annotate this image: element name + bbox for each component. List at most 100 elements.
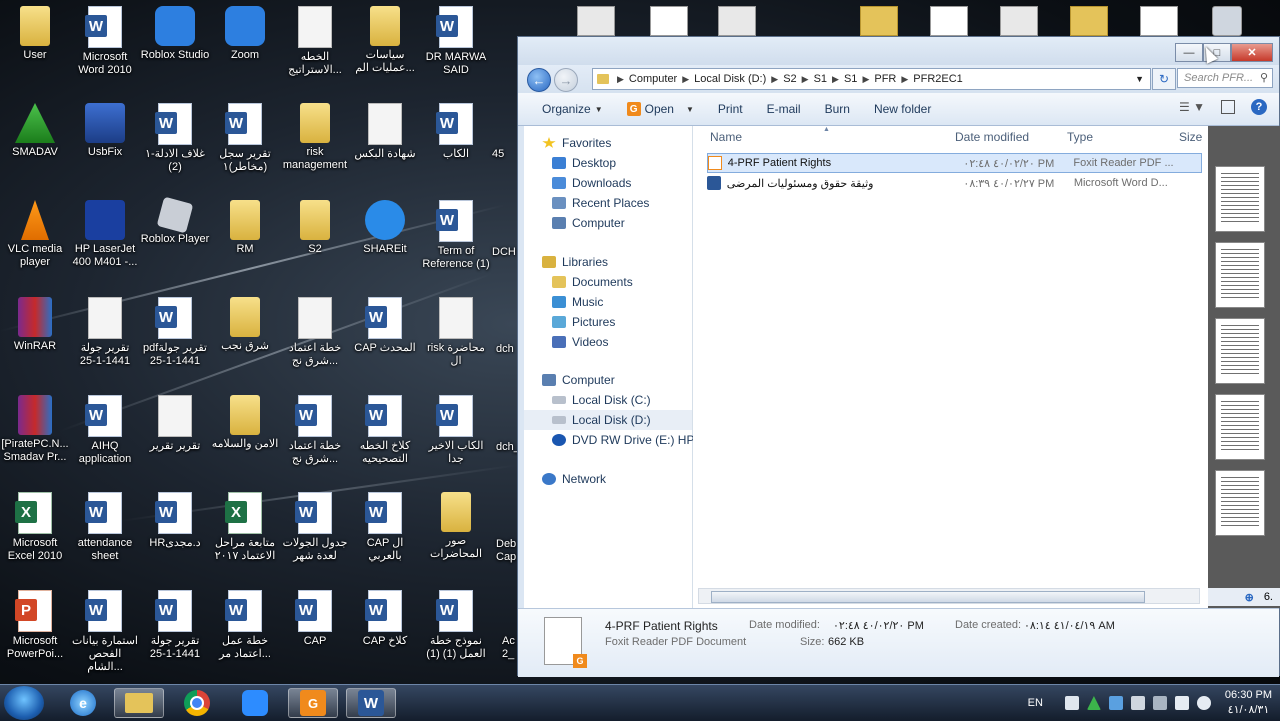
desktop-icon-item[interactable]: الامن والسلامه [210, 395, 280, 451]
device-tray-icon[interactable] [1152, 696, 1167, 710]
column-type[interactable]: Type [1067, 126, 1093, 148]
desktop-icon-item[interactable]: سياسات عمليات الم... [350, 6, 420, 75]
column-size[interactable]: Size [1179, 126, 1202, 148]
desktop-icon-item[interactable]: صور المحاضرات [421, 492, 491, 561]
desktop-icon-item[interactable]: pdfتقرير جولة 1441-1-25 [140, 297, 210, 368]
burn-button[interactable]: Burn [813, 102, 862, 116]
desktop-icon-item[interactable]: User [0, 6, 70, 62]
taskbar-explorer-icon[interactable] [114, 688, 164, 718]
desktop-icon-item[interactable]: attendance sheet [70, 492, 140, 563]
desktop-icon-item[interactable]: كلاخ الخطه التصحيحيه [350, 395, 420, 466]
close-button[interactable]: ✕ [1231, 43, 1273, 62]
sidebar-videos[interactable]: Videos [552, 332, 608, 352]
taskbar-foxit-icon[interactable]: G [288, 688, 338, 718]
breadcrumb-s2[interactable]: S2 [778, 73, 801, 85]
help-icon[interactable]: ? [1251, 99, 1267, 115]
desktop-icon-item[interactable]: VLC media player [0, 200, 70, 269]
desktop-icon-item[interactable]: Term of Reference (1) [421, 200, 491, 271]
window-titlebar[interactable]: — □ ✕ [518, 37, 1279, 67]
desktop-icon-item[interactable]: CAP [280, 590, 350, 648]
address-bar[interactable]: ▶ Computer ▶ Local Disk (D:) ▶ S2 ▶ S1 ▶… [592, 68, 1151, 90]
column-date-modified[interactable]: Date modified [955, 126, 1029, 148]
desktop-icon-item[interactable]: [PiratePC.N... Smadav Pr... [0, 395, 70, 464]
desktop-icon-item[interactable]: S2 [280, 200, 350, 256]
desktop-icon-item[interactable]: WinRAR [0, 297, 70, 353]
new-folder-button[interactable]: New folder [862, 102, 943, 116]
sidebar-computer[interactable]: Computer [542, 370, 615, 390]
desktop-icon-item[interactable]: risk محاضرة ال [421, 297, 491, 368]
desktop-icon-item[interactable]: شهادة البكس [350, 103, 420, 161]
desktop-icon-item[interactable]: SMADAV [0, 103, 70, 159]
desktop-icon-item[interactable]: UsbFix [70, 103, 140, 159]
email-button[interactable]: E-mail [755, 102, 813, 116]
sidebar-desktop[interactable]: Desktop [552, 153, 616, 173]
desktop-icon-item[interactable]: SHAREit [350, 200, 420, 256]
breadcrumb-pfr[interactable]: PFR [869, 73, 901, 85]
sidebar-disk-c[interactable]: Local Disk (C:) [552, 390, 651, 410]
desktop-icon-item[interactable]: Roblox Studio [140, 6, 210, 62]
view-options-icon[interactable]: ☰ ▼ [1179, 100, 1205, 114]
desktop-icon-item[interactable]: CAP كلاخ [350, 590, 420, 648]
file-row[interactable]: 4-PRF Patient Rights ٤٠/٠٢/٢٠ ٠٢:٤٨ PM F… [707, 153, 1202, 173]
desktop-icon-item[interactable]: الكاب الاخير جدا [421, 395, 491, 466]
open-button[interactable]: G Open ▼ [615, 102, 706, 116]
desktop-icon-item[interactable]: RM [210, 200, 280, 256]
sidebar-disk-d[interactable]: Local Disk (D:) [524, 410, 692, 430]
sidebar-documents[interactable]: Documents [552, 272, 633, 292]
network-tray-icon[interactable] [1108, 696, 1123, 710]
minimize-button[interactable]: — [1175, 43, 1203, 62]
language-indicator[interactable]: EN [1028, 697, 1043, 709]
desktop-icon-item[interactable]: الخطه الاستراتيج... [280, 6, 350, 77]
desktop-icon-item[interactable]: جدول الجولات لعدة شهر [280, 492, 350, 563]
desktop-icon-item[interactable]: Microsoft Word 2010 [70, 6, 140, 77]
desktop-icon-item[interactable]: AIHQ application [70, 395, 140, 466]
horizontal-scrollbar[interactable] [698, 588, 1200, 604]
taskbar-zoom-icon[interactable] [230, 688, 280, 718]
printer-tray-icon[interactable] [1130, 696, 1145, 710]
preview-pane-icon[interactable] [1221, 100, 1235, 114]
flag-icon[interactable] [1064, 696, 1079, 710]
volume-icon[interactable] [1196, 696, 1211, 710]
sidebar-favorites[interactable]: Favorites [542, 133, 611, 153]
desktop-icon-item[interactable]: Zoom [210, 6, 280, 62]
signal-tray-icon[interactable] [1174, 696, 1189, 710]
sidebar-computer-favorite[interactable]: Computer [552, 213, 625, 233]
desktop-icon-item[interactable]: نموذج خطة العمل (1) (1) [421, 590, 491, 661]
taskbar-word-icon[interactable]: W [346, 688, 396, 718]
desktop-icon-item[interactable]: خطة عمل اعتماد مر... [210, 590, 280, 661]
taskbar-ie-icon[interactable]: e [58, 688, 108, 718]
preview-zoom-bar[interactable]: ⊕ 6. [1208, 588, 1280, 606]
desktop-icon-item[interactable]: Roblox Player [140, 196, 210, 246]
desktop-icon-item[interactable]: Microsoft PowerPoi... [0, 590, 70, 661]
clock[interactable]: 06:30 PM ٤١/٠٨/٣١ [1225, 688, 1272, 718]
start-button[interactable] [4, 686, 44, 720]
desktop-icon-item[interactable]: الكاب [421, 103, 491, 161]
smadav-tray-icon[interactable] [1086, 696, 1101, 710]
organize-button[interactable]: Organize ▼ [518, 102, 615, 116]
desktop-icon-item[interactable]: خطة اعتماد شرق نج... [280, 395, 350, 466]
scrollbar-thumb[interactable] [711, 591, 1145, 603]
desktop-icon-item[interactable]: DR MARWA SAID [421, 6, 491, 77]
desktop-icon-item[interactable]: شرق نجب [210, 297, 280, 353]
desktop-icon-item[interactable]: تقرير جولة 1441-1-25 [140, 590, 210, 661]
sidebar-pictures[interactable]: Pictures [552, 312, 615, 332]
sidebar-downloads[interactable]: Downloads [552, 173, 631, 193]
taskbar-chrome-icon[interactable] [172, 688, 222, 718]
breadcrumb-pfr2ec1[interactable]: PFR2EC1 [908, 73, 968, 85]
breadcrumb-s1-sub[interactable]: S1 [839, 73, 862, 85]
desktop-icon-item[interactable]: CAP ال بالعربي [350, 492, 420, 563]
zoom-in-icon[interactable]: ⊕ [1245, 591, 1254, 604]
desktop-icon-item[interactable]: risk management [280, 103, 350, 172]
sidebar-libraries[interactable]: Libraries [542, 252, 608, 272]
search-input[interactable]: Search PFR... ⚲ [1177, 68, 1273, 88]
desktop-icon-item[interactable]: HP LaserJet 400 M401 -... [70, 200, 140, 269]
desktop-icon-item[interactable]: Microsoft Excel 2010 [0, 492, 70, 563]
explorer-window[interactable]: — □ ✕ ← → ▶ Computer ▶ Local Disk (D:) ▶… [517, 36, 1280, 677]
desktop-icon-item[interactable]: متابعة مراحل الاعتماد ٢٠١٧ [210, 492, 280, 563]
desktop-icon-item[interactable]: تقرير جولة 1441-1-25 [70, 297, 140, 368]
desktop-icon-item[interactable]: CAP المحدث [350, 297, 420, 355]
print-button[interactable]: Print [706, 102, 755, 116]
desktop-icon-item[interactable]: استمارة بيانات الفحص الشام... [70, 590, 140, 674]
desktop-icon-item[interactable]: تقرير سجل (مخاطر)١ [210, 103, 280, 174]
sidebar-network[interactable]: Network [542, 469, 606, 489]
